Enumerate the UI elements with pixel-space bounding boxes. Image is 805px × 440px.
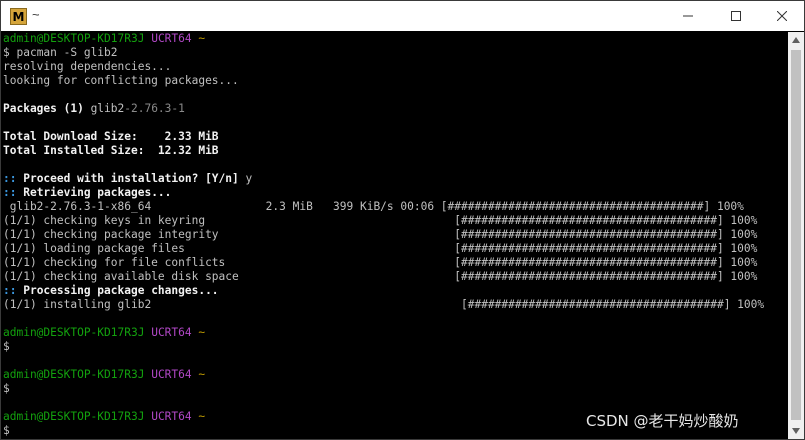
- prompt-user-host: admin@DESKTOP-KD17R3J: [3, 32, 145, 45]
- package-name: glib2: [90, 102, 125, 115]
- check-progress-line: (1/1) checking available disk space [###…: [3, 270, 758, 283]
- installed-size-line: Total Installed Size: 12.32 MiB: [3, 144, 219, 157]
- close-icon: [777, 11, 787, 21]
- proceed-answer: y: [245, 172, 253, 185]
- prompt-symbol: $: [3, 340, 10, 353]
- prompt-env: UCRT64: [151, 368, 192, 381]
- prompt-dir: ~: [198, 32, 206, 45]
- download-size-line: Total Download Size: 2.33 MiB: [3, 130, 219, 143]
- terminal-output[interactable]: admin@DESKTOP-KD17R3J UCRT64 ~ $ pacman …: [3, 32, 788, 439]
- prompt-env: UCRT64: [151, 326, 192, 339]
- prompt-symbol: $: [3, 382, 10, 395]
- prompt-user-host: admin@DESKTOP-KD17R3J: [3, 368, 145, 381]
- retrieving-marker: ::: [3, 186, 17, 199]
- minimize-icon: [683, 15, 693, 17]
- prompt-dir: ~: [198, 410, 206, 423]
- prompt-env: UCRT64: [151, 32, 192, 45]
- prompt-symbol: $: [3, 46, 10, 59]
- prompt-dir: ~: [198, 326, 206, 339]
- retrieving-text: Retrieving packages...: [16, 186, 172, 199]
- check-progress-line: (1/1) loading package files [###########…: [3, 242, 758, 255]
- minimize-button[interactable]: [665, 1, 711, 31]
- proceed-marker: ::: [3, 172, 17, 185]
- proceed-line: :: Proceed with installation? [Y/n] y: [3, 172, 788, 186]
- packages-label: Packages (1): [3, 102, 91, 115]
- prompt-dir: ~: [198, 368, 206, 381]
- check-progress-line: (1/1) checking for file conflicts [#####…: [3, 256, 758, 269]
- scroll-up-button[interactable]: [788, 32, 804, 48]
- install-progress-line: (1/1) installing glib2 [################…: [3, 298, 765, 311]
- prompt-line: admin@DESKTOP-KD17R3J UCRT64 ~: [3, 32, 788, 46]
- check-progress-line: (1/1) checking package integrity [######…: [3, 228, 758, 241]
- prompt-symbol: $: [3, 424, 10, 437]
- scroll-down-button[interactable]: [788, 423, 804, 439]
- scroll-up-icon: [792, 37, 800, 43]
- check-progress-line: (1/1) checking keys in keyring [########…: [3, 214, 758, 227]
- processing-marker: ::: [3, 284, 17, 297]
- output-line: resolving dependencies...: [3, 60, 172, 73]
- command-text: pacman -S glib2: [9, 46, 118, 59]
- prompt-user-host: admin@DESKTOP-KD17R3J: [3, 326, 145, 339]
- command-line: $ pacman -S glib2: [3, 46, 788, 60]
- scroll-down-icon: [792, 428, 800, 434]
- maximize-button[interactable]: [713, 1, 759, 31]
- close-button[interactable]: [759, 1, 804, 31]
- vertical-scrollbar[interactable]: [788, 32, 804, 439]
- output-line: looking for conflicting packages...: [3, 74, 239, 87]
- prompt-line: admin@DESKTOP-KD17R3J UCRT64 ~: [3, 368, 788, 382]
- command-line: $: [3, 382, 788, 396]
- terminal-window: M ~ admin@DESKTOP-KD17R3J UCRT64 ~ $ pac…: [0, 0, 805, 440]
- scrollbar-thumb[interactable]: [791, 50, 801, 420]
- prompt-env: UCRT64: [151, 410, 192, 423]
- command-line: $: [3, 340, 788, 354]
- prompt-line: admin@DESKTOP-KD17R3J UCRT64 ~: [3, 326, 788, 340]
- processing-line: :: Processing package changes...: [3, 284, 788, 298]
- msys2-app-icon[interactable]: M: [10, 8, 27, 25]
- retrieving-line: :: Retrieving packages...: [3, 186, 788, 200]
- title-bar[interactable]: M ~: [1, 1, 804, 31]
- prompt-user-host: admin@DESKTOP-KD17R3J: [3, 410, 145, 423]
- download-progress-line: glib2-2.76.3-1-x86_64 2.3 MiB 399 KiB/s …: [3, 200, 744, 213]
- proceed-text: Proceed with installation? [Y/n]: [16, 172, 246, 185]
- csdn-watermark: CSDN @老干妈炒酸奶: [586, 412, 739, 430]
- package-version: -2.76.3-1: [124, 102, 185, 115]
- packages-line: Packages (1) glib2-2.76.3-1: [3, 102, 788, 116]
- processing-text: Processing package changes...: [16, 284, 219, 297]
- app-icon-letter: M: [12, 9, 25, 24]
- maximize-icon: [731, 11, 741, 21]
- window-title: ~: [32, 7, 40, 22]
